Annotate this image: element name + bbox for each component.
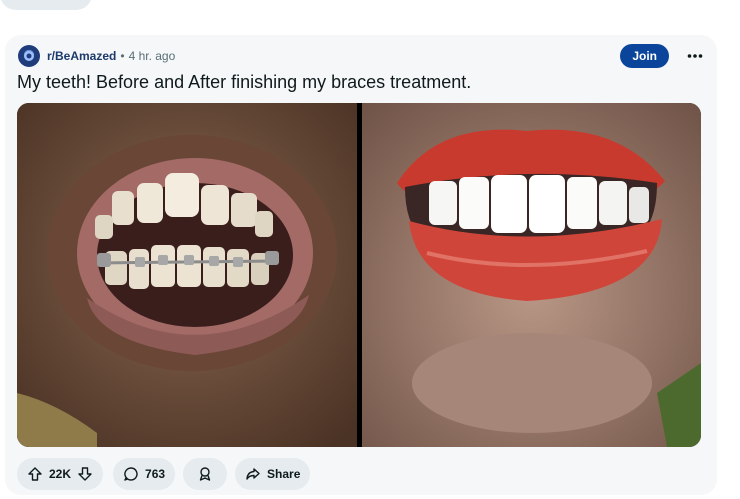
share-button[interactable]: Share — [235, 458, 311, 490]
post-card[interactable]: r/BeAmazed • 4 hr. ago Join My teeth! Be… — [5, 35, 717, 495]
share-label: Share — [267, 467, 301, 481]
post-header: r/BeAmazed • 4 hr. ago Join — [18, 41, 705, 71]
avatar-icon — [24, 51, 34, 61]
award-icon-wrap — [197, 466, 213, 482]
more-options-button[interactable] — [685, 53, 705, 59]
post-timestamp: 4 hr. ago — [128, 49, 176, 63]
vote-count: 22K — [49, 467, 72, 481]
vote-group: 22K — [17, 458, 104, 490]
upvote-arrow-icon — [28, 467, 42, 481]
comment-count: 763 — [145, 467, 166, 481]
comment-bubble-icon — [124, 467, 138, 481]
before-after-teeth-image — [17, 103, 701, 447]
meta-separator: • — [120, 49, 125, 63]
post-image[interactable] — [17, 103, 701, 447]
subreddit-avatar[interactable] — [18, 45, 40, 67]
downvote-arrow-icon — [78, 467, 92, 481]
share-arrow-icon — [246, 468, 260, 480]
downvote-button[interactable] — [77, 466, 93, 482]
post-title[interactable]: My teeth! Before and After finishing my … — [17, 72, 471, 93]
after-photo — [362, 103, 701, 447]
more-options-icon — [687, 54, 703, 58]
comment-icon-wrap — [123, 466, 139, 482]
award-icon — [199, 467, 211, 481]
share-icon-wrap — [245, 466, 261, 482]
subreddit-name[interactable]: r/BeAmazed — [47, 49, 116, 63]
join-button[interactable]: Join — [620, 44, 669, 68]
previous-post-pill — [0, 0, 92, 10]
comments-button[interactable]: 763 — [113, 458, 176, 490]
post-actions: 22K 763 Share — [17, 458, 311, 490]
upvote-button[interactable] — [27, 466, 43, 482]
award-button[interactable] — [183, 458, 228, 490]
before-photo — [17, 103, 357, 447]
